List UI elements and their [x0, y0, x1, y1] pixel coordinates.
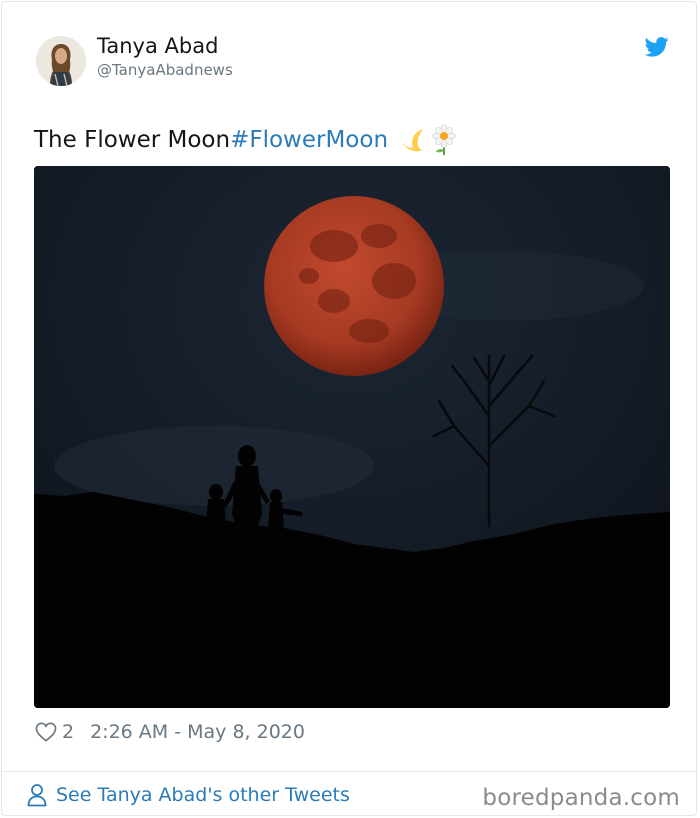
tweet-text: The Flower Moon #FlowerMoon	[34, 124, 458, 156]
tweet-body-text: The Flower Moon	[34, 127, 231, 153]
tweet-timestamp[interactable]: 2:26 AM - May 8, 2020	[90, 721, 305, 743]
crescent-moon-emoji	[398, 126, 428, 154]
footer-divider	[4, 771, 698, 772]
tweet-media-photo[interactable]	[34, 166, 670, 708]
daisy-flower-emoji	[430, 124, 458, 156]
twitter-bird-icon[interactable]	[645, 36, 669, 58]
see-other-tweets-link[interactable]: See Tanya Abad's other Tweets	[26, 782, 350, 808]
heart-icon[interactable]	[35, 722, 57, 742]
avatar[interactable]	[36, 36, 86, 86]
blood-moon-photo	[34, 166, 670, 708]
see-other-tweets-label[interactable]: See Tanya Abad's other Tweets	[56, 784, 350, 806]
author-handle[interactable]: @TanyaAbadnews	[97, 61, 233, 79]
boredpanda-watermark: boredpanda.com	[482, 785, 680, 811]
person-icon	[27, 784, 47, 807]
like-count[interactable]: 2	[62, 721, 74, 743]
author-display-name[interactable]: Tanya Abad	[97, 34, 218, 58]
tweet-card: Tanya Abad @TanyaAbadnews The Flower Moo…	[1, 1, 698, 816]
tweet-meta: 2 2:26 AM - May 8, 2020	[35, 720, 305, 744]
hashtag-link[interactable]: #FlowerMoon	[230, 127, 388, 153]
avatar-image	[36, 36, 86, 86]
